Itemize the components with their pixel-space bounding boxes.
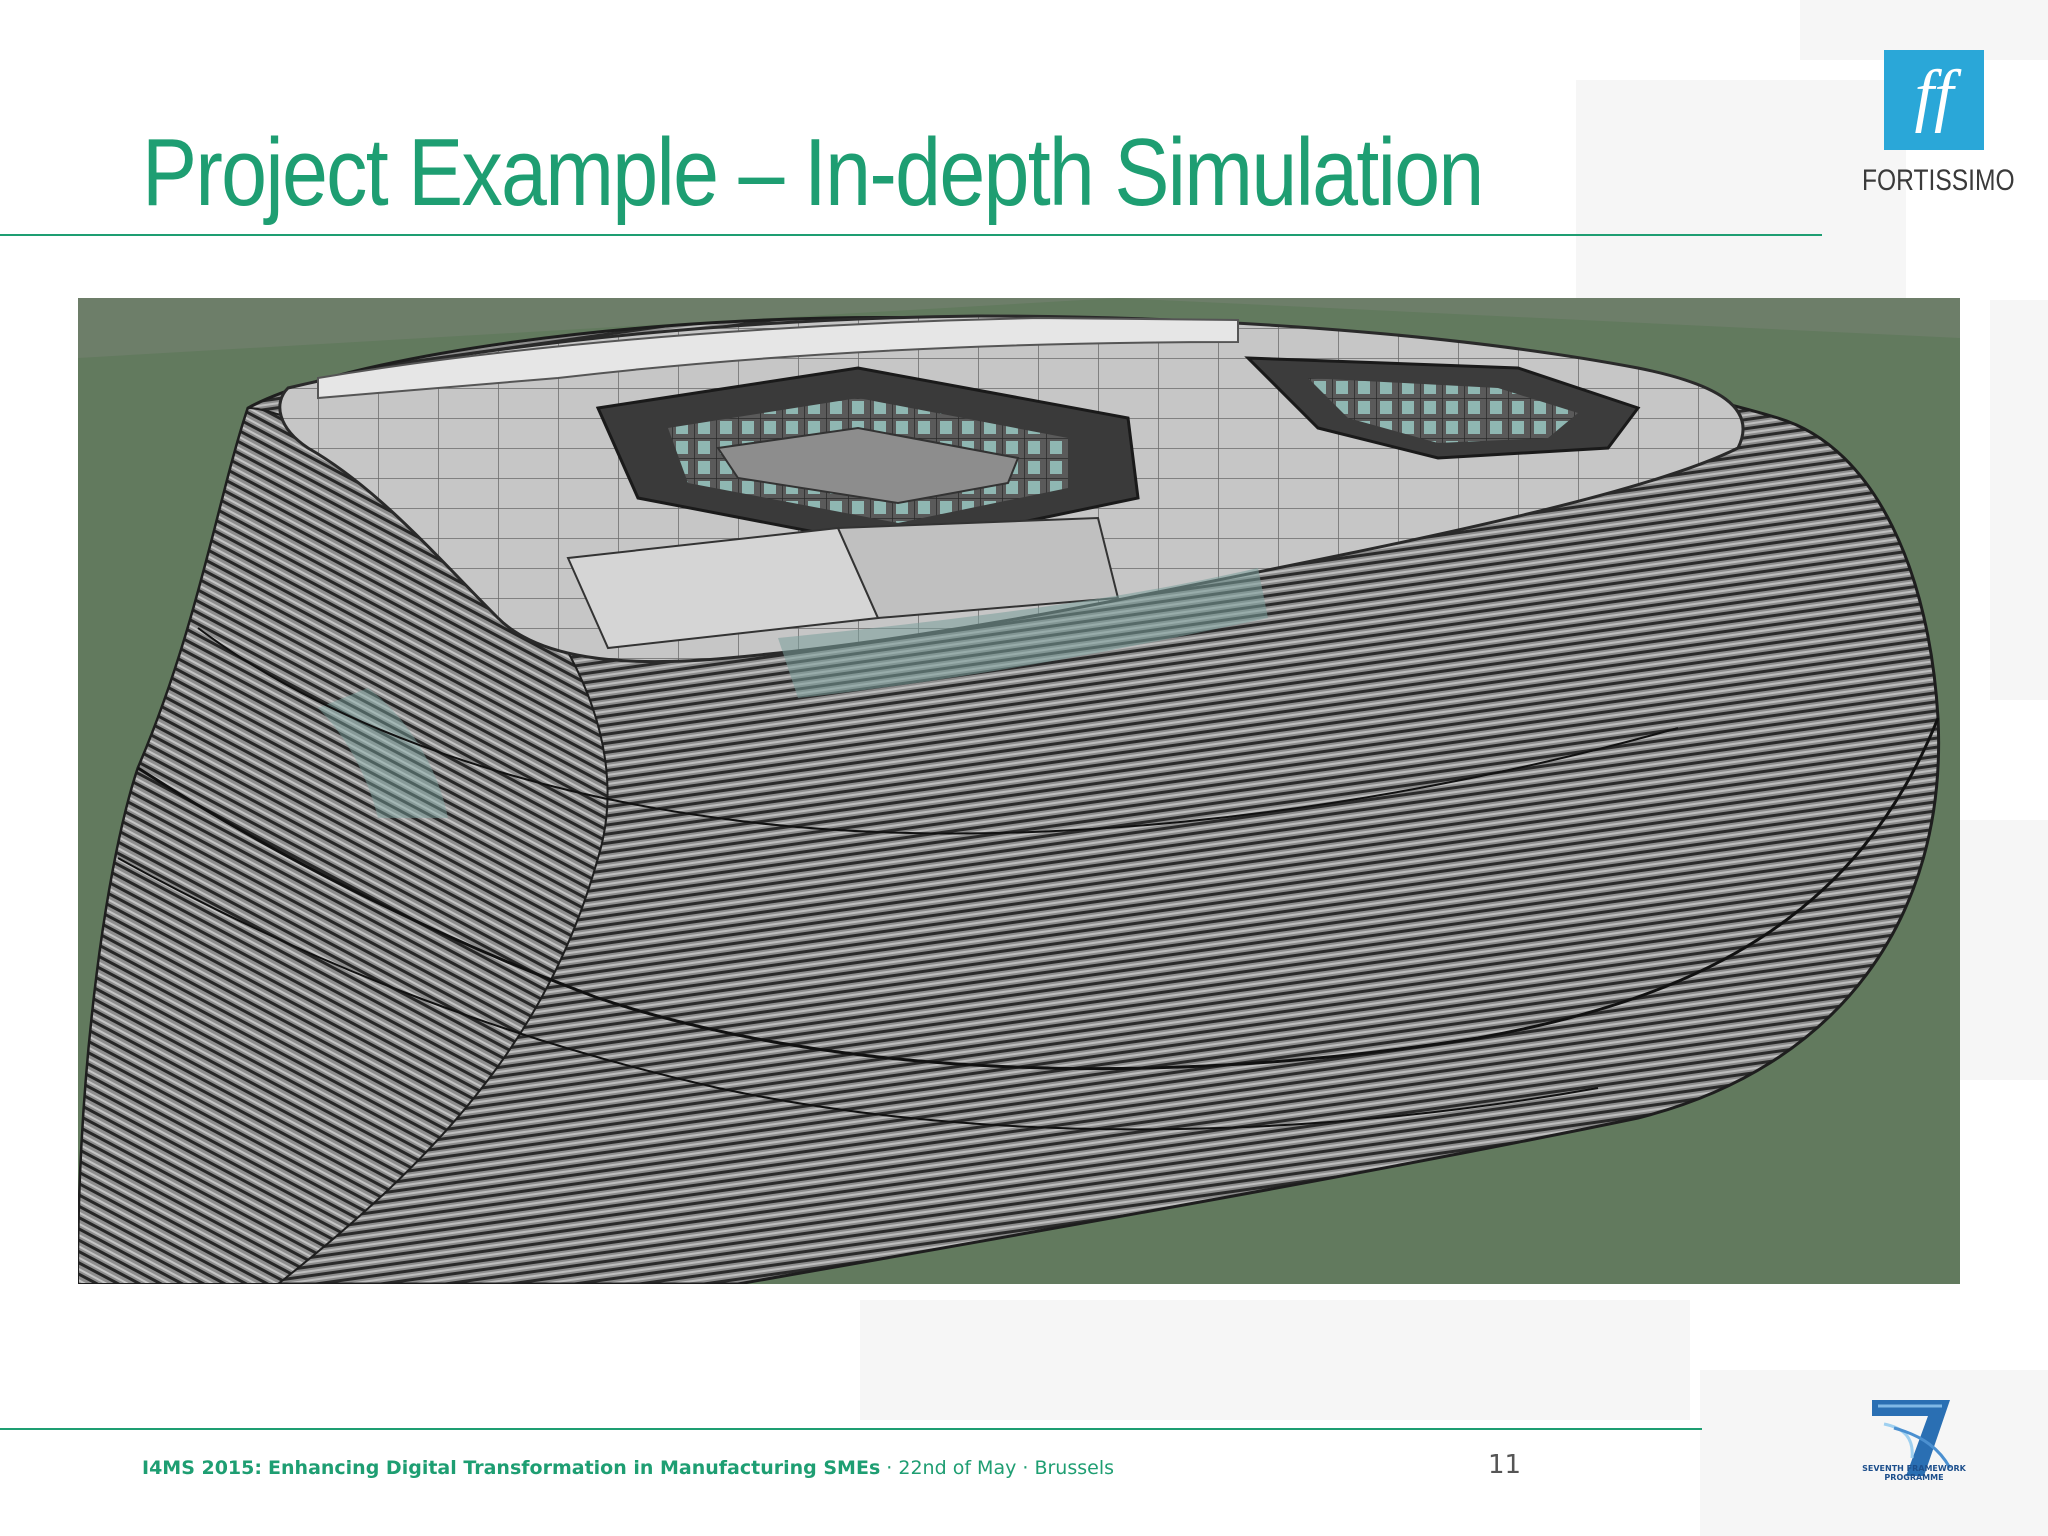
footer-caption: I4MS 2015: Enhancing Digital Transformat… xyxy=(142,1457,1114,1479)
slide-title: Project Example – In-depth Simulation xyxy=(142,119,1484,226)
background-block xyxy=(860,1300,1690,1420)
fp7-line1: SEVENTH FRAMEWORK xyxy=(1862,1464,1966,1473)
fp7-caption: SEVENTH FRAMEWORK PROGRAMME xyxy=(1846,1464,1982,1482)
footer-event: I4MS 2015: xyxy=(142,1457,262,1479)
background-block xyxy=(1960,820,2048,1080)
footer-details: · 22nd of May · Brussels xyxy=(880,1457,1115,1479)
logo-mark: ff xyxy=(1914,57,1954,134)
title-divider xyxy=(0,234,1822,236)
page-number: 11 xyxy=(1488,1450,1522,1480)
background-block xyxy=(1576,80,1906,300)
building-wireframe-svg xyxy=(78,298,1960,1284)
footer-divider xyxy=(0,1428,1702,1430)
background-block xyxy=(1990,300,2048,700)
building-wireframe-image xyxy=(78,298,1960,1284)
footer-headline: Enhancing Digital Transformation in Manu… xyxy=(268,1457,881,1479)
slide: Project Example – In-depth Simulation ff… xyxy=(0,0,2048,1536)
logo-name: FORTISSIMO xyxy=(1862,164,2015,197)
fortissimo-logo-icon: ff xyxy=(1884,50,1984,150)
fp7-line2: PROGRAMME xyxy=(1884,1473,1944,1482)
